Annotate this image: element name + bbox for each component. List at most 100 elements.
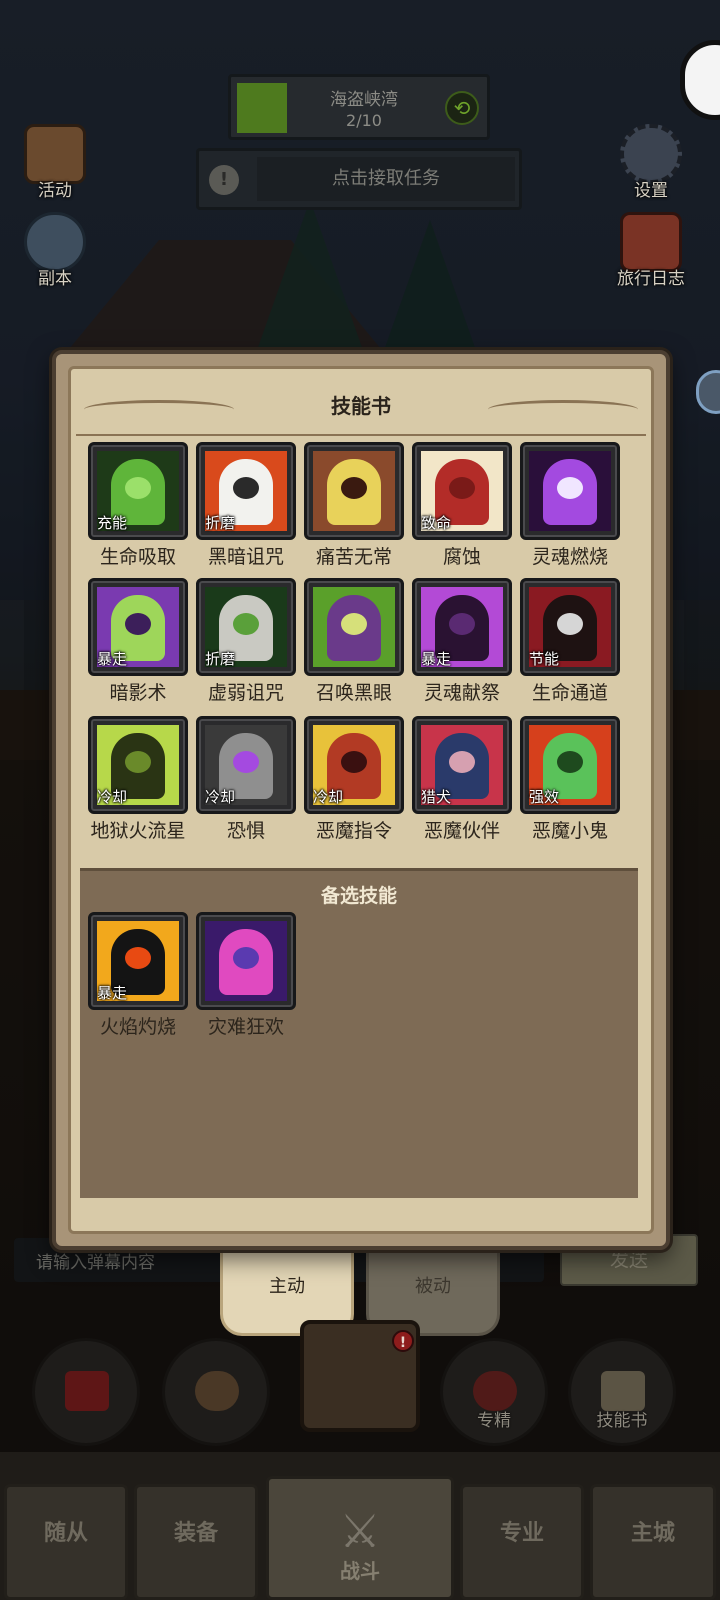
alert-icon: ! <box>209 165 239 195</box>
skill-name: 火焰灼烧 <box>99 1016 176 1038</box>
potion-button[interactable] <box>32 1338 140 1446</box>
skill-name: 生命通道 <box>531 682 608 704</box>
skill-card[interactable]: 冷却恐惧 <box>196 716 296 843</box>
skill-card[interactable]: 灵魂燃烧 <box>520 442 620 569</box>
skill-icon-frame[interactable]: 冷却 <box>304 716 404 814</box>
skill-card[interactable]: 召唤黑眼 <box>304 578 404 705</box>
alternate-skills-title: 备选技能 <box>320 885 397 907</box>
skill-card[interactable]: 灾难狂欢 <box>196 912 296 1039</box>
skill-icon-frame[interactable] <box>520 442 620 540</box>
skill-icon-frame[interactable]: 暴走 <box>88 578 188 676</box>
nav-battle-label: 战斗 <box>340 1559 380 1583</box>
nav-followers[interactable]: 随从 <box>4 1484 128 1600</box>
skill-tag: 折磨 <box>205 514 236 532</box>
skill-icon-frame[interactable]: 折磨 <box>196 442 296 540</box>
skill-icon-frame[interactable]: 冷却 <box>196 716 296 814</box>
skill-tag: 冷却 <box>97 788 128 806</box>
skillbook-label: 技能书 <box>596 1411 648 1431</box>
skill-icon-frame[interactable]: 折磨 <box>196 578 296 676</box>
skill-name: 灾难狂欢 <box>207 1016 284 1038</box>
journal-button[interactable]: 旅行日志 <box>606 212 696 289</box>
skill-icon-frame[interactable]: 猎犬 <box>412 716 512 814</box>
eye-demon-icon <box>313 587 395 667</box>
refresh-icon[interactable]: ⟲ <box>445 91 479 125</box>
stage-progress-block <box>237 83 287 133</box>
potion-icon <box>65 1371 109 1411</box>
skill-icon-frame[interactable] <box>304 442 404 540</box>
skill-card[interactable]: 强效 恶魔小鬼 <box>520 716 620 843</box>
skill-tag: 折磨 <box>205 650 236 668</box>
skill-icon-frame[interactable]: 暴走 <box>412 578 512 676</box>
skill-tag: 暴走 <box>421 650 452 668</box>
skill-card[interactable]: 节能 生命通道 <box>520 578 620 705</box>
skill-icon-frame[interactable]: 充能 <box>88 442 188 540</box>
settings-label: 设置 <box>634 181 668 201</box>
skill-card[interactable]: 暴走 火焰灼烧 <box>88 912 188 1039</box>
skill-icon-frame[interactable]: 冷却 <box>88 716 188 814</box>
skill-card[interactable]: 冷却 恶魔指令 <box>304 716 404 843</box>
skill-name: 恶魔小鬼 <box>531 820 608 842</box>
skill-tag: 暴走 <box>97 650 128 668</box>
skill-icon-frame[interactable]: 暴走 <box>88 912 188 1010</box>
skill-tag: 充能 <box>97 514 128 532</box>
skill-card[interactable]: 致命腐蚀 <box>412 442 512 569</box>
skillbook-button[interactable]: 技能书 <box>568 1338 676 1446</box>
book-icon <box>620 212 682 272</box>
skill-tag: 致命 <box>421 514 452 532</box>
target-swap-icon <box>473 1371 517 1411</box>
chaos-rune-icon <box>205 921 287 1001</box>
nav-profession[interactable]: 专业 <box>460 1484 584 1600</box>
skill-icon-frame[interactable] <box>304 578 404 676</box>
bread-button[interactable] <box>162 1338 270 1446</box>
stage-name: 海盗峡湾 <box>330 90 398 110</box>
skill-card[interactable]: 暴走 灵魂献祭 <box>412 578 512 705</box>
skill-tag: 暴走 <box>97 984 128 1002</box>
skill-icon-frame[interactable]: 节能 <box>520 578 620 676</box>
skill-icon-frame[interactable]: 强效 <box>520 716 620 814</box>
skill-name: 腐蚀 <box>442 546 481 568</box>
dungeon-button[interactable]: 副本 <box>10 212 100 289</box>
skill-card[interactable]: 猎犬 恶魔伙伴 <box>412 716 512 843</box>
stage-progress: 2/10 <box>346 111 382 130</box>
chest-alert-icon: ! <box>392 1330 414 1352</box>
dungeon-label: 副本 <box>38 269 72 289</box>
task-panel[interactable]: ! 点击接取任务 <box>196 148 522 210</box>
skill-name: 痛苦无常 <box>315 546 392 568</box>
screaming-face-icon <box>313 451 395 531</box>
danmaku-placeholder: 请输入弹幕内容 <box>36 1253 155 1273</box>
stage-panel[interactable]: 海盗峡湾 2/10 ⟲ <box>228 74 490 140</box>
gear-icon <box>620 124 682 184</box>
settings-button[interactable]: 设置 <box>606 124 696 201</box>
skill-card[interactable]: 充能 生命吸取 <box>88 442 188 569</box>
task-prompt[interactable]: 点击接取任务 <box>257 157 515 201</box>
skill-tag: 强效 <box>529 788 560 806</box>
nav-battle[interactable]: ⚔ 战斗 <box>266 1476 454 1600</box>
specialize-label: 专精 <box>477 1411 511 1431</box>
specialize-button[interactable]: 专精 <box>440 1338 548 1446</box>
skill-name: 暗影术 <box>109 682 167 704</box>
skill-icon-frame[interactable]: 致命 <box>412 442 512 540</box>
skill-card[interactable]: 暴走暗影术 <box>88 578 188 705</box>
skill-name: 灵魂献祭 <box>423 682 500 704</box>
skill-tag: 猎犬 <box>421 788 452 806</box>
dialog-title: 技能书 <box>331 394 391 418</box>
skill-icon-frame[interactable] <box>196 912 296 1010</box>
skill-card[interactable]: 痛苦无常 <box>304 442 404 569</box>
purple-skull-icon <box>529 451 611 531</box>
skill-name: 召唤黑眼 <box>315 682 392 704</box>
nav-equipment[interactable]: 装备 <box>134 1484 258 1600</box>
scroll-icon <box>24 124 86 184</box>
skill-card[interactable]: 冷却 地狱火流星 <box>88 716 188 843</box>
skill-name: 虚弱诅咒 <box>207 682 284 704</box>
skill-name: 黑暗诅咒 <box>207 546 284 568</box>
skill-name: 恐惧 <box>226 820 265 842</box>
skill-card[interactable]: 折磨 虚弱诅咒 <box>196 578 296 705</box>
skill-name: 灵魂燃烧 <box>531 546 608 568</box>
skill-tag: 节能 <box>529 650 560 668</box>
skill-card[interactable]: 折磨 黑暗诅咒 <box>196 442 296 569</box>
skill-name: 恶魔指令 <box>315 820 392 842</box>
nav-main-city[interactable]: 主城 <box>590 1484 716 1600</box>
activities-button[interactable]: 活动 <box>10 124 100 201</box>
crossed-swords-icon: ⚔ <box>339 1504 381 1558</box>
skill-tag: 冷却 <box>205 788 236 806</box>
